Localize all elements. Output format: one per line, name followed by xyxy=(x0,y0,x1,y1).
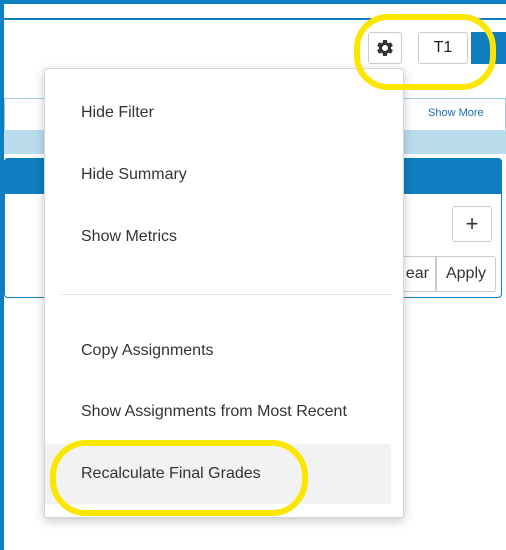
menu-item-hide-summary[interactable]: Hide Summary xyxy=(45,145,391,205)
menu-item-show-metrics[interactable]: Show Metrics xyxy=(45,207,391,267)
menu-divider xyxy=(61,294,391,295)
show-more-link[interactable]: Show More xyxy=(428,107,484,119)
frame-top-border xyxy=(0,0,506,4)
menu-item-hide-filter[interactable]: Hide Filter xyxy=(45,83,391,143)
highlight-annotation-settings xyxy=(354,14,496,90)
app-page: T1 Show More + ear Apply Hide Filter Hid… xyxy=(0,0,506,550)
apply-button[interactable]: Apply xyxy=(436,256,496,292)
menu-item-show-assignments-recent[interactable]: Show Assignments from Most Recent xyxy=(45,382,391,442)
menu-item-copy-assignments[interactable]: Copy Assignments xyxy=(45,321,391,381)
add-button[interactable]: + xyxy=(452,206,492,242)
highlight-annotation-recalculate xyxy=(50,440,308,516)
